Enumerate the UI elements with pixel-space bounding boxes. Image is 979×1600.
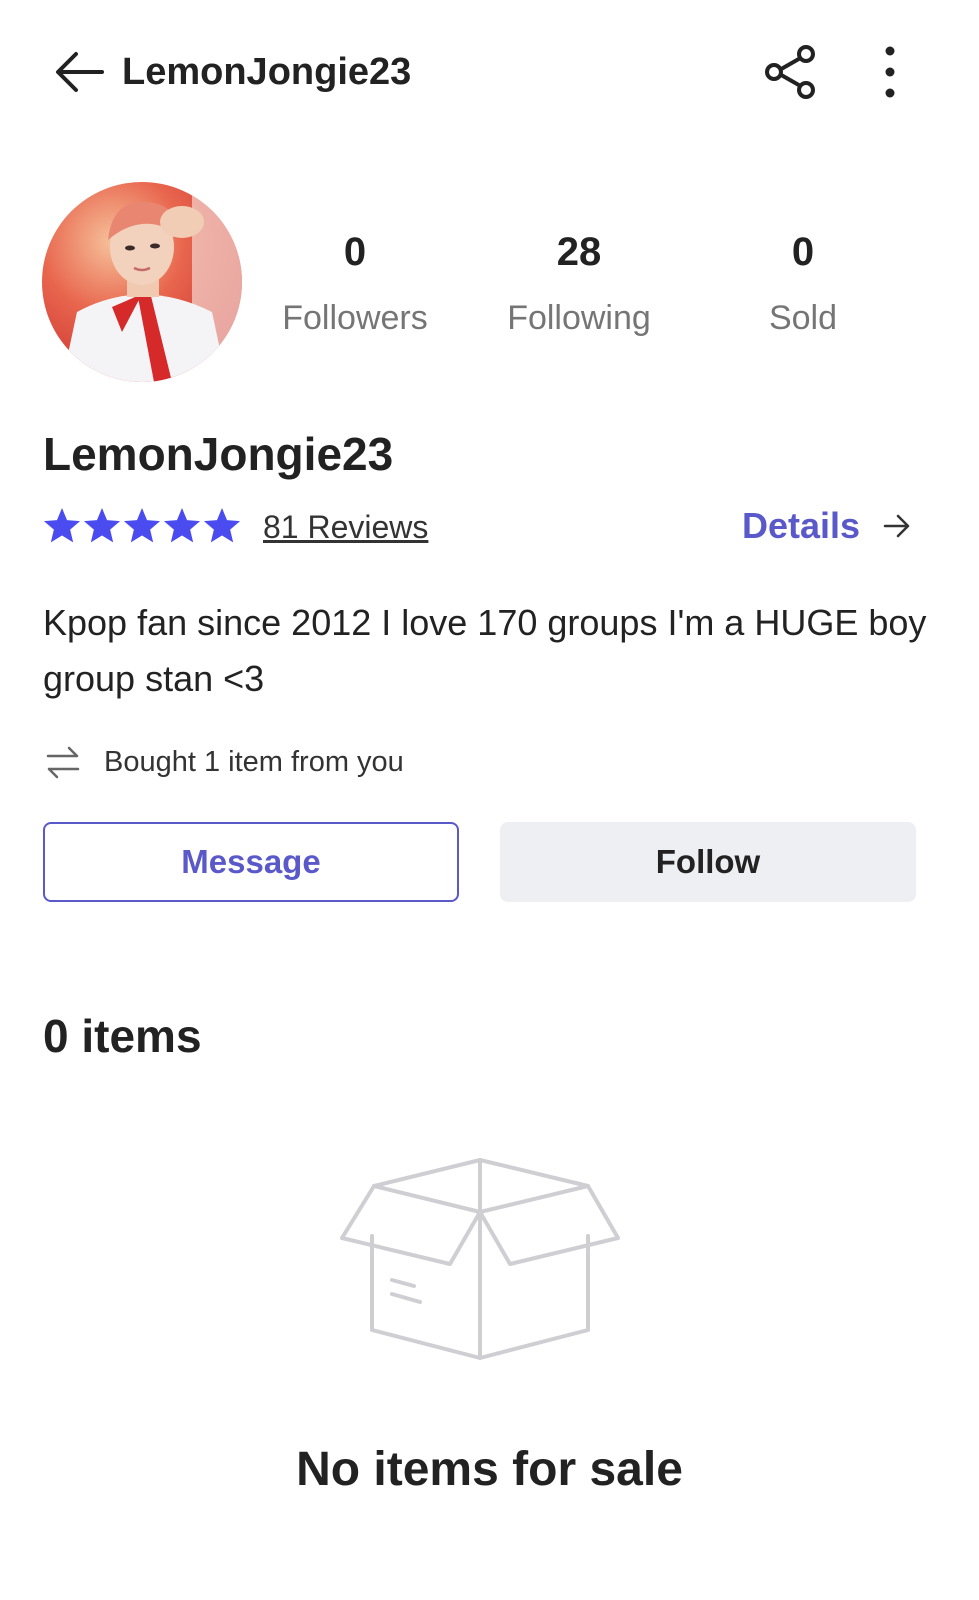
star-icon	[123, 508, 161, 543]
star-icon	[83, 508, 121, 543]
reviews-link[interactable]: 81 Reviews	[263, 506, 428, 548]
followers-label: Followers	[282, 299, 428, 337]
items-count: 0 items	[43, 1010, 202, 1062]
follow-button-label: Follow	[655, 843, 761, 880]
message-button-label: Message	[181, 843, 321, 880]
transaction-text: Bought 1 item from you	[104, 746, 404, 778]
sold-label: Sold	[768, 299, 838, 337]
details-link[interactable]: Details	[742, 504, 860, 548]
message-button[interactable]: Message	[43, 822, 459, 902]
arrow-right-icon[interactable]	[882, 510, 912, 542]
swap-arrows-icon	[44, 744, 82, 780]
following-label: Following	[507, 299, 651, 337]
header-title: LemonJongie23	[122, 51, 412, 93]
empty-state-text: No items for sale	[296, 1443, 683, 1496]
star-icon	[43, 508, 81, 543]
avatar	[42, 182, 242, 382]
empty-box-icon	[336, 1152, 626, 1366]
star-rating	[43, 505, 243, 547]
more-vertical-icon[interactable]	[870, 42, 910, 102]
star-icon	[163, 508, 201, 543]
follow-button[interactable]: Follow	[500, 822, 916, 902]
stat-followers[interactable]: 0 Followers	[255, 224, 455, 340]
share-icon[interactable]	[760, 42, 822, 102]
profile-bio: Kpop fan since 2012 I love 170 groups I'…	[43, 602, 927, 699]
back-arrow-icon[interactable]	[52, 48, 106, 96]
stat-sold: 0 Sold	[703, 224, 903, 340]
profile-name: LemonJongie23	[43, 428, 394, 480]
sold-count: 0	[791, 230, 815, 274]
followers-count: 0	[343, 230, 367, 274]
following-count: 28	[556, 230, 602, 274]
stat-following[interactable]: 28 Following	[479, 224, 679, 340]
star-icon	[203, 508, 241, 543]
